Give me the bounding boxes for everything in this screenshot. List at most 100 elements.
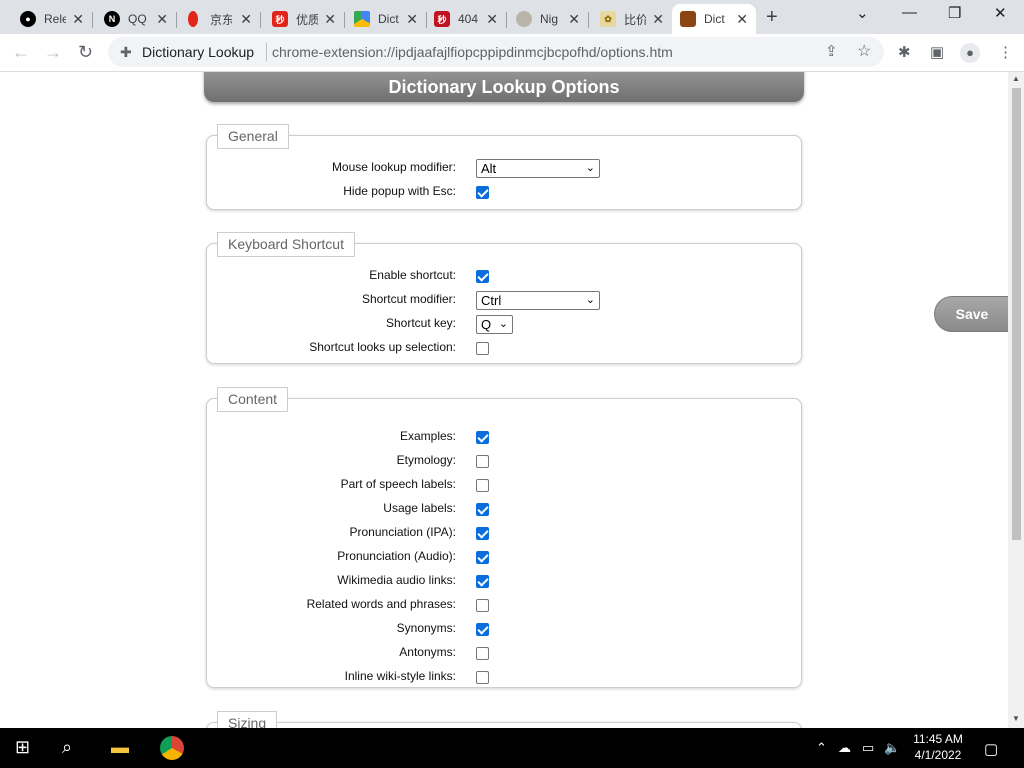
content-option-checkbox[interactable] (476, 551, 489, 564)
forward-icon[interactable]: → (44, 42, 62, 63)
search-icon[interactable]: ⌕ (62, 737, 72, 758)
tab-6[interactable]: 秒 404 ✕ (426, 4, 507, 34)
restore-icon[interactable]: ❐ (948, 4, 961, 22)
notifications-icon[interactable]: ▢ (984, 740, 998, 758)
section-general: General Mouse lookup modifier: Alt ⌄ Hid… (206, 124, 803, 210)
system-clock[interactable]: 11:45 AM 4/1/2022 (906, 731, 970, 763)
scroll-up-arrow-icon[interactable]: ▲ (1012, 74, 1020, 83)
content-option-checkbox[interactable] (476, 575, 489, 588)
network-icon[interactable]: ▭ (862, 740, 874, 756)
chevron-down-icon: ⌄ (585, 162, 595, 174)
section-legend-sizing: Sizing (217, 711, 278, 728)
miaosha-icon: 秒 (272, 11, 288, 27)
shortcut-modifier-select[interactable]: Ctrl ⌄ (476, 291, 600, 310)
close-tab-icon[interactable]: ✕ (652, 11, 664, 27)
side-panel-icon[interactable]: ▣ (930, 43, 944, 61)
url-text[interactable]: chrome-extension://ipdjaafajlfiopcppipdi… (272, 44, 673, 60)
address-bar[interactable]: ✚ Dictionary Lookup chrome-extension://i… (108, 37, 884, 67)
tab-5[interactable]: Dict ✕ (346, 4, 427, 34)
windows-taskbar: ⊞ ⌕ ▬ ⌃ ☁ ▭ 🔈 11:45 AM 4/1/2022 ▢ (0, 728, 1024, 768)
enable-shortcut-checkbox[interactable] (476, 270, 489, 283)
content-option-row: Related words and phrases: (207, 593, 803, 617)
globe-icon (516, 11, 532, 27)
option-row: Shortcut modifier: Ctrl ⌄ (207, 288, 803, 312)
content-option-row: Examples: (207, 425, 803, 449)
option-row: Hide popup with Esc: (207, 180, 803, 204)
hide-popup-checkbox[interactable] (476, 186, 489, 199)
shortcut-key-select[interactable]: Q ⌄ (476, 315, 513, 334)
chevron-down-icon: ⌄ (498, 318, 508, 330)
tab-2[interactable]: N QQ ✕ (96, 4, 177, 34)
chrome-taskbar-icon[interactable] (160, 736, 184, 760)
close-tab-icon[interactable]: ✕ (486, 11, 498, 27)
option-row: Enable shortcut: (207, 264, 803, 288)
bookmark-star-icon[interactable]: ☆ (857, 41, 871, 61)
mouse-modifier-select[interactable]: Alt ⌄ (476, 159, 600, 178)
content-option-checkbox[interactable] (476, 479, 489, 492)
section-content: Content Examples: Etymology: Part of speec… (206, 387, 803, 689)
content-option-row: Part of speech labels: (207, 473, 803, 497)
tab-4[interactable]: 秒 优质 ✕ (264, 4, 345, 34)
extension-puzzle-icon: ✚ (120, 44, 132, 60)
notion-icon: N (104, 11, 120, 27)
minimize-icon[interactable]: — (902, 4, 917, 21)
content-option-row: Usage labels: (207, 497, 803, 521)
close-tab-icon[interactable]: ✕ (240, 11, 252, 27)
close-tab-icon[interactable]: ✕ (324, 11, 336, 27)
tab-1[interactable]: ● Rele ✕ (12, 4, 93, 34)
section-legend-keyboard: Keyboard Shortcut (217, 232, 355, 257)
close-tab-icon[interactable]: ✕ (156, 11, 168, 27)
content-option-checkbox[interactable] (476, 671, 489, 684)
tray-overflow-icon[interactable]: ⌃ (816, 740, 827, 756)
content-option-checkbox[interactable] (476, 431, 489, 444)
scrollbar-thumb[interactable] (1012, 88, 1021, 540)
volume-icon[interactable]: 🔈 (884, 740, 900, 756)
content-option-checkbox[interactable] (476, 599, 489, 612)
close-tab-icon[interactable]: ✕ (72, 11, 84, 27)
close-window-icon[interactable]: ✕ (994, 4, 1007, 22)
section-legend-content: Content (217, 387, 289, 412)
share-icon[interactable]: ⇪ (825, 42, 838, 60)
reload-icon[interactable]: ↻ (78, 42, 93, 63)
content-option-row: Pronunciation (Audio): (207, 545, 803, 569)
page-scrollbar[interactable]: ▲ ▼ (1008, 72, 1024, 728)
page-viewport: Dictionary Lookup Options General Mouse … (0, 72, 1008, 728)
section-legend-general: General (217, 124, 289, 149)
content-option-row: Etymology: (207, 449, 803, 473)
content-option-row: Inline wiki-style links: (207, 665, 803, 689)
github-icon: ● (20, 11, 36, 27)
content-option-row: Pronunciation (IPA): (207, 521, 803, 545)
content-option-row: Synonyms: (207, 617, 803, 641)
extensions-icon[interactable]: ✱ (898, 43, 911, 61)
content-option-checkbox[interactable] (476, 647, 489, 660)
content-option-checkbox[interactable] (476, 527, 489, 540)
scroll-down-arrow-icon[interactable]: ▼ (1012, 714, 1020, 723)
tab-9-active[interactable]: Dict ✕ (672, 4, 756, 34)
page-title: Dictionary Lookup Options (204, 72, 804, 102)
option-row: Shortcut key: Q ⌄ (207, 312, 803, 336)
content-option-row: Wikimedia audio links: (207, 569, 803, 593)
tab-3[interactable]: 京东 ✕ (180, 4, 261, 34)
tab-search-icon[interactable]: ⌄ (856, 4, 869, 22)
menu-kebab-icon[interactable]: ⋮ (998, 43, 1013, 61)
windows-start-icon[interactable]: ⊞ (15, 737, 30, 758)
back-icon[interactable]: ← (12, 42, 30, 63)
tab-8[interactable]: ✿ 比价 ✕ (592, 4, 672, 34)
drive-icon (354, 11, 370, 27)
onedrive-icon[interactable]: ☁ (838, 740, 851, 756)
close-tab-icon[interactable]: ✕ (568, 11, 580, 27)
new-tab-icon[interactable]: + (766, 6, 778, 29)
tab-7[interactable]: Nig ✕ (508, 4, 589, 34)
browser-toolbar: ← → ↻ ✚ Dictionary Lookup chrome-extensi… (0, 34, 1024, 72)
close-tab-icon[interactable]: ✕ (736, 11, 748, 27)
book-icon (680, 11, 696, 27)
save-button[interactable]: Save (934, 296, 1010, 332)
option-row: Mouse lookup modifier: Alt ⌄ (207, 156, 803, 180)
content-option-checkbox[interactable] (476, 623, 489, 636)
close-tab-icon[interactable]: ✕ (406, 11, 418, 27)
content-option-checkbox[interactable] (476, 455, 489, 468)
file-explorer-icon[interactable]: ▬ (111, 737, 129, 758)
content-option-checkbox[interactable] (476, 503, 489, 516)
profile-avatar-icon[interactable]: ● (960, 43, 980, 63)
selection-lookup-checkbox[interactable] (476, 342, 489, 355)
